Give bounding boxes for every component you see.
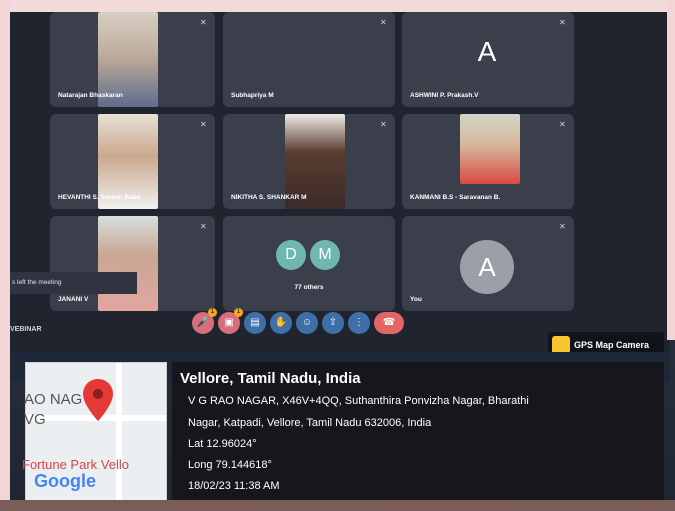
- avatar: M: [310, 240, 340, 270]
- participant-name: You: [410, 296, 422, 303]
- participant-tile: ✕ Subhapriya M: [223, 12, 395, 107]
- participant-name: KANMANI B.S - Saravanan B.: [410, 194, 501, 201]
- participant-tile: D M 77 others: [223, 216, 395, 311]
- mic-off-icon: ✕: [559, 120, 566, 129]
- google-logo: Google: [34, 471, 96, 491]
- mic-off-icon: ✕: [559, 222, 566, 231]
- badge: 1: [234, 308, 243, 317]
- participant-tile: A ✕ You: [402, 216, 574, 311]
- badge: 1: [208, 308, 217, 317]
- participant-tile: ✕ HEVANTHI S. Suresh Babu: [50, 114, 215, 209]
- mic-off-icon: ✕: [200, 120, 207, 129]
- location-info: Vellore, Tamil Nadu, India V G RAO NAGAR…: [172, 362, 664, 502]
- mic-off-icon: ✕: [200, 222, 207, 231]
- meeting-label: VEBINAR: [10, 326, 42, 333]
- mic-off-icon: ✕: [380, 120, 387, 129]
- frame-edge: [667, 0, 675, 340]
- frame-edge: [0, 0, 675, 12]
- avatar: A: [477, 36, 497, 67]
- participant-name: HEVANTHI S. Suresh Babu: [58, 194, 141, 201]
- mic-off-icon: ✕: [380, 18, 387, 27]
- reactions-button[interactable]: ☺: [296, 312, 318, 334]
- avatar: A: [460, 240, 514, 294]
- address-line: Nagar, Katpadi, Vellore, Tamil Nadu 6320…: [188, 417, 432, 429]
- participant-name: NIKITHA S. SHANKAR M: [231, 194, 307, 201]
- raise-hand-button[interactable]: ✋: [270, 312, 292, 334]
- participant-name: Subhapriya M: [231, 92, 274, 99]
- participant-tile: ✕ KANMANI B.S - Saravanan B.: [402, 114, 574, 209]
- participant-video: [460, 114, 520, 184]
- map-label: VG: [24, 411, 46, 428]
- present-button[interactable]: ⇧: [322, 312, 344, 334]
- location-city: Vellore, Tamil Nadu, India: [180, 370, 361, 387]
- datetime: 18/02/23 11:38 AM: [188, 480, 280, 492]
- left-meeting-toast: s left the meeting: [10, 272, 137, 294]
- participant-name: ASHWINI P. Prakash.V: [410, 92, 479, 99]
- map-label: Fortune Park Vello: [22, 457, 129, 472]
- participant-name: JANANI V: [58, 296, 89, 303]
- more-options-button[interactable]: ⋮: [348, 312, 370, 334]
- longitude: Long 79.144618°: [188, 459, 272, 471]
- map-road: [116, 363, 122, 501]
- others-count: 77 others: [294, 284, 324, 291]
- table-edge: [0, 500, 675, 511]
- mic-button[interactable]: 🎤 1: [192, 308, 217, 334]
- latitude: Lat 12.96024°: [188, 438, 257, 450]
- participant-tile: A ✕ ASHWINI P. Prakash.V: [402, 12, 574, 107]
- control-bar: 🎤 1 ▣ 1 ▤ ✋ ☺ ⇧ ⋮ ☎: [192, 308, 404, 334]
- gps-label: GPS Map Camera: [574, 340, 650, 350]
- camera-button[interactable]: ▣ 1: [218, 308, 243, 334]
- mic-off-icon: ✕: [200, 18, 207, 27]
- meeting-window: ✕ Natarajan Bhaskaran ✕ Subhapriya M A ✕…: [10, 12, 670, 352]
- map-pin-icon: [83, 379, 113, 421]
- leave-call-button[interactable]: ☎: [374, 312, 404, 334]
- participant-tile: ✕ JANANI V: [50, 216, 215, 311]
- mic-off-icon: ✕: [559, 18, 566, 27]
- participant-tile: ✕ Natarajan Bhaskaran: [50, 12, 215, 107]
- frame-edge: [0, 0, 10, 511]
- participant-name: Natarajan Bhaskaran: [58, 92, 123, 99]
- address-line: V G RAO NAGAR, X46V+4QQ, Suthanthira Pon…: [188, 395, 529, 407]
- participant-tile: ✕ NIKITHA S. SHANKAR M: [223, 114, 395, 209]
- avatar: D: [276, 240, 306, 270]
- participant-video: [98, 216, 158, 311]
- map-label: AO NAG: [24, 391, 83, 408]
- map-thumbnail: AO NAG VG Fortune Park Vello Google: [22, 362, 167, 502]
- captions-button[interactable]: ▤: [244, 312, 266, 334]
